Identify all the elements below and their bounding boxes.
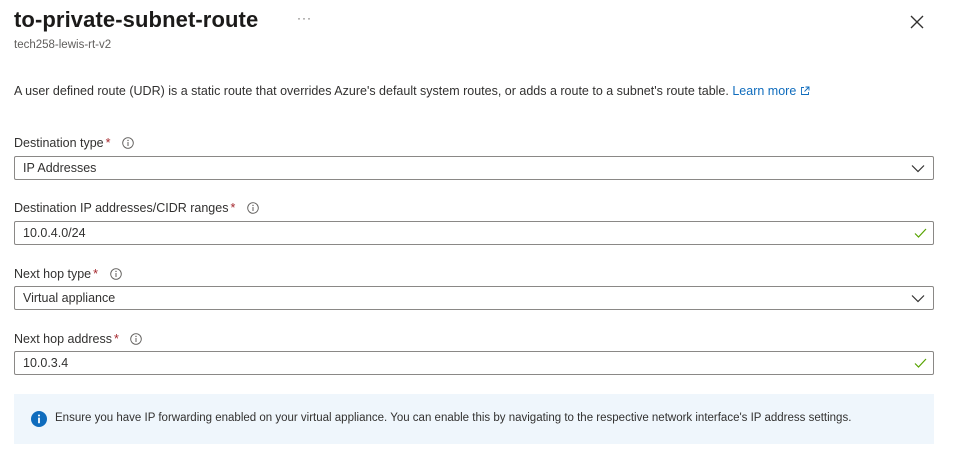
next-hop-address-field[interactable] <box>14 351 934 375</box>
destination-ip-field[interactable] <box>14 221 934 245</box>
info-banner-text: Ensure you have IP forwarding enabled on… <box>55 412 852 424</box>
required-marker: * <box>113 332 119 346</box>
info-icon[interactable] <box>247 202 259 214</box>
required-marker: * <box>93 267 99 281</box>
info-icon[interactable] <box>109 268 122 280</box>
next-hop-type-label-text: Next hop type <box>14 267 92 281</box>
more-options-icon[interactable]: ··· <box>297 11 312 25</box>
destination-type-dropdown[interactable]: IP Addresses <box>14 156 934 180</box>
next-hop-type-value: Virtual appliance <box>23 291 116 305</box>
chevron-down-icon <box>911 165 925 173</box>
info-banner: Ensure you have IP forwarding enabled on… <box>14 394 934 444</box>
info-circle-icon <box>31 411 47 427</box>
destination-ip-input[interactable] <box>15 222 903 244</box>
destination-type-label: Destination type * <box>14 136 134 150</box>
required-marker: * <box>230 201 236 215</box>
next-hop-address-label: Next hop address * <box>14 332 143 346</box>
chevron-down-icon <box>911 295 925 303</box>
page-title: to-private-subnet-route <box>14 7 259 32</box>
external-link-icon <box>801 86 810 95</box>
learn-more-label[interactable]: Learn more <box>732 84 796 98</box>
destination-ip-label-text: Destination IP addresses/CIDR ranges <box>14 201 229 215</box>
next-hop-type-dropdown[interactable]: Virtual appliance <box>14 286 934 310</box>
checkmark-icon <box>914 228 927 238</box>
route-edit-panel: to-private-subnet-route ··· tech258-lewi… <box>0 0 954 474</box>
checkmark-icon <box>914 358 927 368</box>
info-icon[interactable] <box>122 137 134 149</box>
learn-more-link[interactable]: Learn more <box>732 84 810 98</box>
next-hop-type-label: Next hop type * <box>14 267 122 281</box>
description-text: A user defined route (UDR) is a static r… <box>14 84 810 98</box>
route-table-subtitle: tech258-lewis-rt-v2 <box>14 39 112 51</box>
close-icon[interactable] <box>908 13 926 31</box>
destination-type-label-text: Destination type <box>14 136 104 150</box>
next-hop-address-input[interactable] <box>15 352 903 374</box>
destination-type-value: IP Addresses <box>23 161 97 175</box>
required-marker: * <box>105 136 111 150</box>
next-hop-address-label-text: Next hop address <box>14 332 112 346</box>
destination-ip-label: Destination IP addresses/CIDR ranges * <box>14 201 259 215</box>
info-icon[interactable] <box>130 333 143 345</box>
description-body: A user defined route (UDR) is a static r… <box>14 84 729 98</box>
